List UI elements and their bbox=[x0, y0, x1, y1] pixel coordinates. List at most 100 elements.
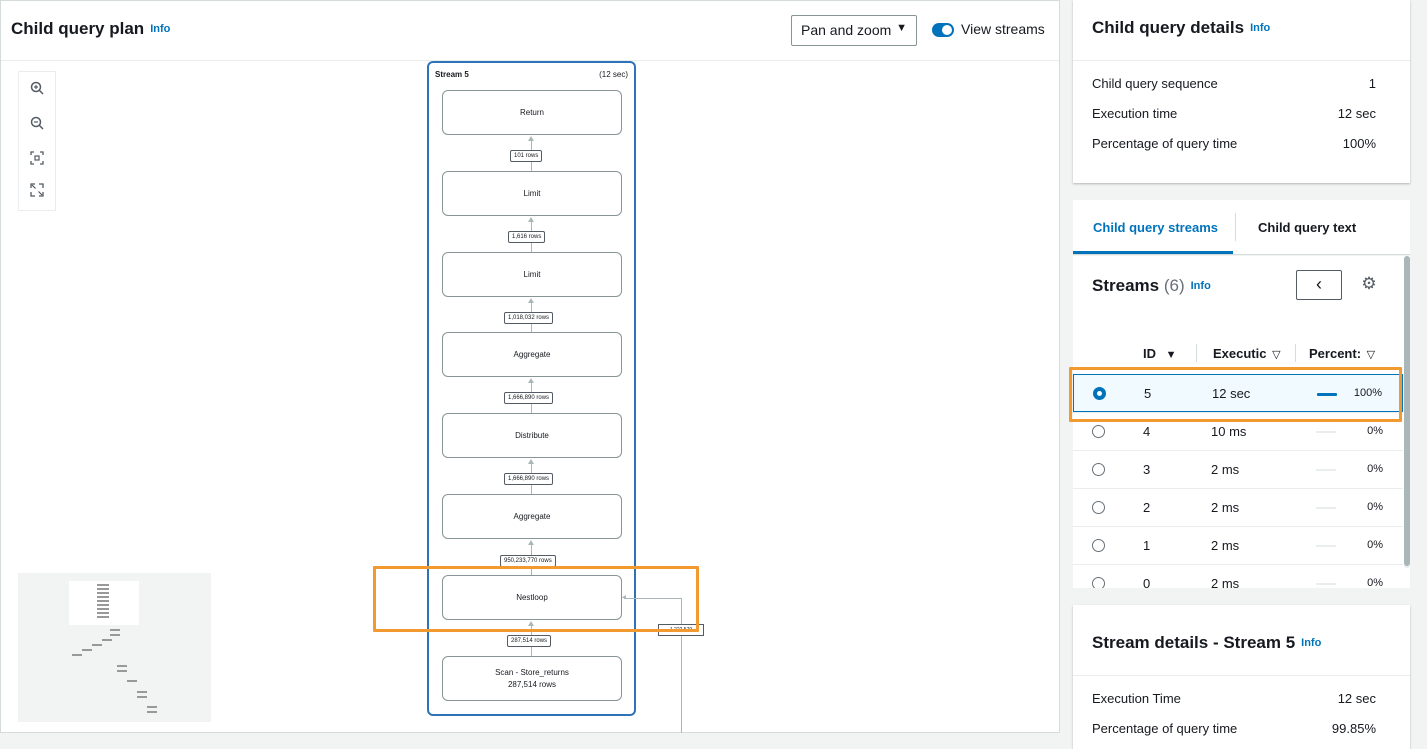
view-streams-label: View streams bbox=[961, 21, 1045, 37]
detail-label: Percentage of query time bbox=[1092, 721, 1238, 736]
column-separator[interactable] bbox=[1196, 344, 1197, 362]
stream-radio[interactable] bbox=[1092, 577, 1105, 588]
plan-info-link[interactable]: Info bbox=[150, 23, 170, 35]
minimap-node bbox=[110, 634, 120, 636]
detail-row: Execution Time 12 sec bbox=[1092, 691, 1376, 706]
column-header-label: ID bbox=[1143, 346, 1156, 361]
plan-title: Child query plan Info bbox=[11, 19, 170, 39]
node-label: Return bbox=[519, 107, 544, 117]
minimap-node bbox=[102, 639, 112, 641]
detail-label: Execution time bbox=[1092, 106, 1178, 121]
tab-separator bbox=[1235, 213, 1236, 241]
detail-value: 12 sec bbox=[1337, 106, 1376, 121]
arrow-up-icon bbox=[528, 298, 534, 303]
arrow-up-icon bbox=[528, 540, 534, 545]
stream-details-info-link[interactable]: Info bbox=[1301, 637, 1321, 649]
chevron-left-icon: ‹ bbox=[1316, 274, 1322, 294]
streams-card: Streams (6) Info ‹ ⚙ ID ▼ Executic ▽ Perc… bbox=[1073, 256, 1410, 588]
detail-value: 12 sec bbox=[1337, 691, 1376, 706]
stream-id: 2 bbox=[1143, 500, 1151, 515]
column-separator[interactable] bbox=[1295, 344, 1296, 362]
percentage-bar bbox=[1316, 507, 1336, 509]
tab-child-query-streams[interactable]: Child query streams bbox=[1093, 220, 1218, 235]
fit-to-screen-icon[interactable] bbox=[26, 150, 48, 172]
stream-radio[interactable] bbox=[1092, 463, 1105, 476]
minimap-node bbox=[147, 711, 157, 713]
streams-count: (6) bbox=[1163, 276, 1185, 295]
divider bbox=[1073, 60, 1410, 61]
fullscreen-icon[interactable] bbox=[26, 182, 48, 204]
details-info-link[interactable]: Info bbox=[1250, 22, 1270, 34]
node-label: Limit bbox=[523, 188, 541, 198]
detail-value: 99.85% bbox=[1331, 721, 1376, 736]
stream-id: 3 bbox=[1143, 462, 1151, 477]
detail-row: Execution time 12 sec bbox=[1092, 106, 1376, 121]
stream-radio[interactable] bbox=[1092, 425, 1105, 438]
streams-info-link[interactable]: Info bbox=[1191, 280, 1211, 292]
stream-id: 1 bbox=[1143, 538, 1151, 553]
zoom-out-icon[interactable] bbox=[26, 115, 48, 137]
streams-title: Streams (6) Info bbox=[1092, 276, 1211, 296]
column-header-percentage[interactable]: Percent: ▽ bbox=[1309, 346, 1375, 361]
plan-node-scan[interactable]: Scan - Store_returns 287,514 rows bbox=[442, 656, 622, 701]
plan-node-limit[interactable]: Limit bbox=[442, 252, 622, 297]
column-header-execution[interactable]: Executic ▽ bbox=[1213, 346, 1281, 361]
stream-row[interactable]: 2 2 ms 0% bbox=[1073, 488, 1403, 526]
stream-time: (12 sec) bbox=[599, 70, 628, 79]
percentage-bar bbox=[1316, 545, 1336, 547]
stream-percentage: 0% bbox=[1367, 463, 1383, 475]
stream-row[interactable]: 3 2 ms 0% bbox=[1073, 450, 1403, 488]
plan-node-limit[interactable]: Limit bbox=[442, 171, 622, 216]
stream-radio[interactable] bbox=[1092, 539, 1105, 552]
scrollbar-thumb[interactable] bbox=[1404, 256, 1410, 566]
minimap-node bbox=[117, 665, 127, 667]
streams-tabs: Child query streams Child query text bbox=[1073, 200, 1410, 255]
detail-label: Percentage of query time bbox=[1092, 136, 1238, 151]
plan-header: Child query plan Info Pan and zoom ▼ View… bbox=[1, 1, 1059, 61]
stream-exec-time: 2 ms bbox=[1211, 462, 1240, 477]
minimap-node bbox=[117, 670, 127, 672]
nestloop-highlight bbox=[373, 566, 699, 632]
minimap-node bbox=[97, 596, 109, 598]
previous-page-button[interactable]: ‹ bbox=[1296, 270, 1342, 300]
stream-row[interactable]: 0 2 ms 0% bbox=[1073, 564, 1403, 588]
detail-label: Execution Time bbox=[1092, 691, 1181, 706]
view-mode-select[interactable]: Pan and zoom ▼ bbox=[791, 15, 917, 46]
plan-minimap[interactable] bbox=[18, 573, 211, 722]
sort-icon: ▽ bbox=[1366, 349, 1376, 361]
minimap-node bbox=[147, 706, 157, 708]
zoom-controls bbox=[18, 71, 56, 211]
plan-node-distribute[interactable]: Distribute bbox=[442, 413, 622, 458]
view-streams-toggle[interactable] bbox=[932, 23, 954, 37]
plan-node-aggregate[interactable]: Aggregate bbox=[442, 332, 622, 377]
minimap-node bbox=[97, 604, 109, 606]
divider bbox=[1073, 675, 1410, 676]
column-header-id[interactable]: ID ▼ bbox=[1143, 346, 1177, 361]
edge-row-count: 1,018,032 rows bbox=[504, 312, 554, 324]
scrollbar[interactable] bbox=[1404, 256, 1410, 568]
sort-down-icon: ▼ bbox=[1165, 349, 1177, 361]
stream-title: Stream 5 bbox=[435, 70, 469, 79]
selected-stream-highlight bbox=[1069, 367, 1402, 422]
zoom-in-icon[interactable] bbox=[26, 80, 48, 102]
arrow-up-icon bbox=[528, 459, 534, 464]
minimap-node bbox=[137, 691, 147, 693]
stream-exec-time: 2 ms bbox=[1211, 576, 1240, 588]
plan-node-aggregate[interactable]: Aggregate bbox=[442, 494, 622, 539]
column-header-label: Executic bbox=[1213, 346, 1267, 361]
stream-radio[interactable] bbox=[1092, 501, 1105, 514]
stream-row[interactable]: 1 2 ms 0% bbox=[1073, 526, 1403, 564]
percentage-bar bbox=[1316, 583, 1336, 585]
stream-percentage: 0% bbox=[1367, 539, 1383, 551]
minimap-node bbox=[97, 592, 109, 594]
gear-icon[interactable]: ⚙ bbox=[1359, 274, 1379, 294]
plan-node-return[interactable]: Return bbox=[442, 90, 622, 135]
node-label: Scan - Store_returns bbox=[495, 667, 569, 677]
minimap-node bbox=[72, 654, 82, 656]
stream-percentage: 0% bbox=[1367, 425, 1383, 437]
stream-details-title-text: Stream details - Stream 5 bbox=[1092, 633, 1296, 652]
minimap-node bbox=[137, 696, 147, 698]
tab-child-query-text[interactable]: Child query text bbox=[1258, 220, 1356, 235]
stream-details-card: Stream details - Stream 5 Info Execution … bbox=[1073, 605, 1410, 749]
minimap-node bbox=[97, 584, 109, 586]
